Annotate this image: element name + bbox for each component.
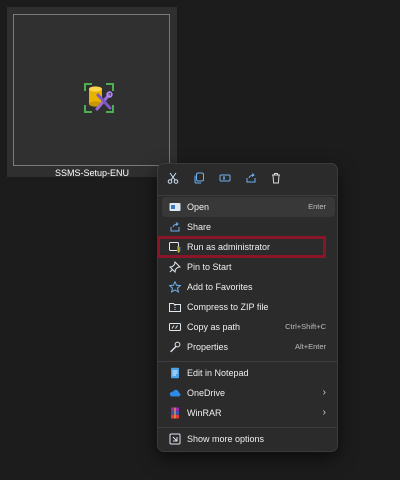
file-tile[interactable]: SSMS-Setup-ENU bbox=[7, 7, 177, 178]
share-icon bbox=[169, 221, 181, 233]
delete-button[interactable] bbox=[266, 170, 286, 190]
copy-path-icon bbox=[169, 321, 181, 333]
cloud-icon bbox=[169, 387, 181, 399]
separator bbox=[158, 361, 337, 362]
file-tile-selection-frame bbox=[13, 14, 170, 166]
rename-icon bbox=[219, 171, 231, 189]
open-app-icon bbox=[169, 201, 181, 213]
notepad-icon bbox=[169, 367, 181, 379]
quick-actions-bar bbox=[158, 170, 337, 190]
chevron-right-icon: › bbox=[322, 407, 326, 418]
separator bbox=[158, 427, 337, 428]
chevron-right-icon: › bbox=[322, 387, 326, 398]
menu-item-show-more-options[interactable]: Show more options bbox=[162, 429, 335, 449]
star-icon bbox=[169, 281, 181, 293]
copy-button[interactable] bbox=[189, 170, 209, 190]
menu-item-copy-as-path[interactable]: Copy as path Ctrl+Shift+C bbox=[162, 317, 335, 337]
highlight-annotation-box bbox=[157, 236, 326, 258]
share-icon bbox=[245, 171, 257, 189]
context-menu: Open Enter Share Run as administrator Pi… bbox=[157, 163, 338, 452]
share-button[interactable] bbox=[241, 170, 261, 190]
wrench-icon bbox=[169, 341, 181, 353]
menu-item-winrar[interactable]: WinRAR › bbox=[162, 403, 335, 423]
menu-item-properties[interactable]: Properties Alt+Enter bbox=[162, 337, 335, 357]
sql-setup-installer-icon bbox=[82, 81, 116, 115]
zip-folder-icon bbox=[169, 301, 181, 313]
menu-item-onedrive[interactable]: OneDrive › bbox=[162, 383, 335, 403]
cut-icon bbox=[167, 171, 179, 189]
menu-item-share[interactable]: Share bbox=[162, 217, 335, 237]
pin-icon bbox=[169, 261, 181, 273]
cut-button[interactable] bbox=[163, 170, 183, 190]
more-options-icon bbox=[169, 433, 181, 445]
copy-icon bbox=[193, 171, 205, 189]
winrar-icon bbox=[169, 407, 181, 419]
menu-item-open[interactable]: Open Enter bbox=[162, 197, 335, 217]
menu-item-add-to-favorites[interactable]: Add to Favorites bbox=[162, 277, 335, 297]
menu-item-edit-in-notepad[interactable]: Edit in Notepad bbox=[162, 363, 335, 383]
menu-item-pin-to-start[interactable]: Pin to Start bbox=[162, 257, 335, 277]
delete-icon bbox=[270, 171, 282, 189]
separator bbox=[158, 195, 337, 196]
rename-button[interactable] bbox=[215, 170, 235, 190]
file-name-label: SSMS-Setup-ENU bbox=[54, 168, 130, 178]
menu-item-compress-to-zip[interactable]: Compress to ZIP file bbox=[162, 297, 335, 317]
